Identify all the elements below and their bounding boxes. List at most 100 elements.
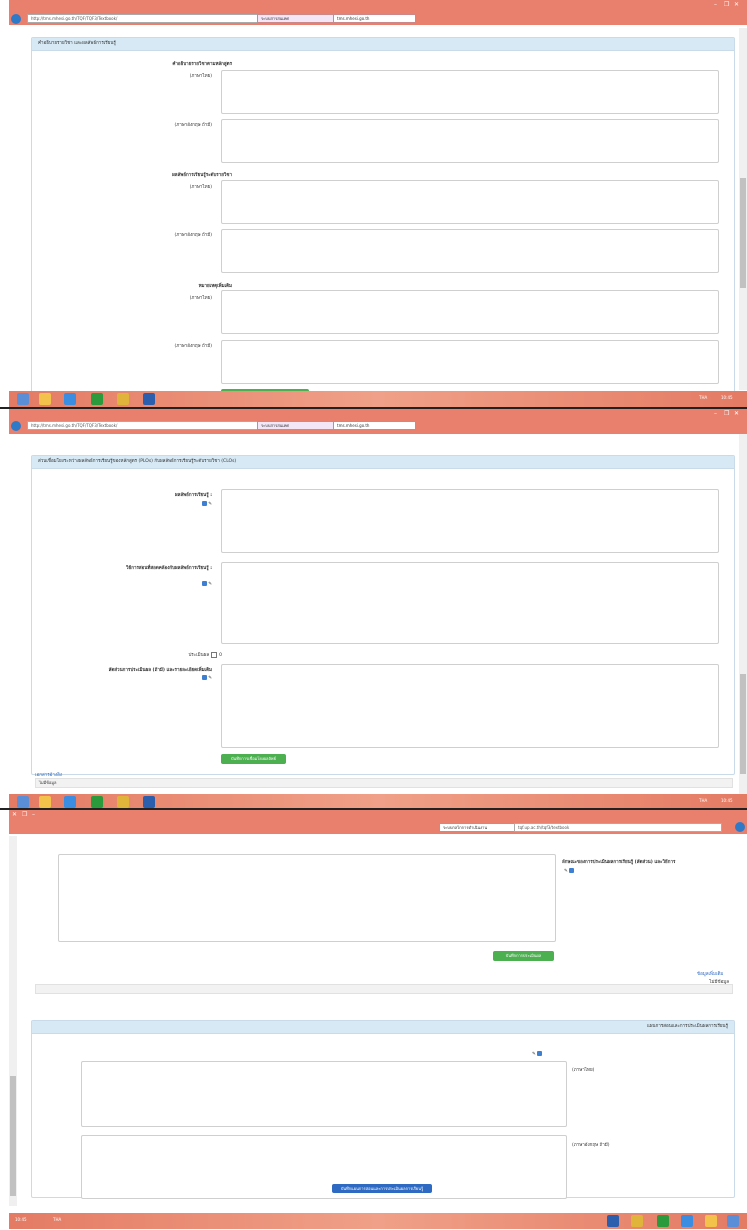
- field3-icons: ✎: [182, 675, 212, 681]
- field1-label: ผลลัพธ์การเรียนรู้ :: [175, 493, 212, 498]
- save-assessment-button[interactable]: บันทึกการประเมินผล: [493, 951, 554, 961]
- restore-icon[interactable]: ❐: [724, 1, 729, 8]
- section-title: แผนการสอนและการประเมินผลการเรียนรู้: [32, 1021, 734, 1034]
- clock: 10:45: [15, 1217, 27, 1222]
- info-bar: [35, 984, 733, 994]
- assessment-textarea[interactable]: [58, 854, 556, 942]
- close-icon[interactable]: ✕: [12, 811, 17, 818]
- back-button[interactable]: [11, 421, 21, 431]
- scrollbar-thumb[interactable]: [740, 178, 746, 288]
- restore-icon[interactable]: ❐: [22, 811, 27, 818]
- app-green-icon[interactable]: [657, 1215, 669, 1227]
- field1-icons: ✎: [182, 501, 212, 507]
- tab-2[interactable]: tms.mhesi.go.th: [333, 14, 416, 23]
- scrollbar-thumb[interactable]: [740, 674, 746, 774]
- start-icon[interactable]: [17, 796, 29, 808]
- tab-1[interactable]: ระบบสารสนเทศ: [257, 421, 335, 430]
- scrollbar[interactable]: [9, 836, 17, 1206]
- assessment-checkbox[interactable]: [211, 651, 218, 658]
- explorer-icon[interactable]: [39, 393, 51, 405]
- more-info-link[interactable]: ข้อมูลเพิ่มเติม: [697, 970, 723, 977]
- section-title: ส่วนเชื่อมโยงระหว่างผลลัพธ์การเรียนรู้ขอ…: [32, 456, 734, 469]
- close-icon[interactable]: ✕: [734, 410, 739, 417]
- start-icon[interactable]: [727, 1215, 739, 1227]
- word-icon[interactable]: [607, 1215, 619, 1227]
- tab-2[interactable]: tms.mhesi.go.th: [333, 421, 416, 430]
- teaching-method-textarea[interactable]: [221, 562, 719, 644]
- plan-thai-textarea[interactable]: [81, 1061, 567, 1127]
- word-icon[interactable]: [143, 796, 155, 808]
- document-icon[interactable]: [201, 675, 207, 680]
- course-description-section: คำอธิบายรายวิชา และผลลัพธ์การเรียนรู้ คำ…: [31, 37, 735, 407]
- group3-title: หมายเหตุเพิ่มเติม: [198, 284, 232, 289]
- minimize-icon[interactable]: –: [714, 410, 717, 417]
- description-thai-textarea[interactable]: [221, 70, 719, 114]
- restore-icon[interactable]: ❐: [724, 410, 729, 417]
- address-bar[interactable]: http://tms.mhesi.go.th/TQF/TQF3/Textbook…: [27, 421, 260, 430]
- outcome-thai-textarea[interactable]: [221, 180, 719, 224]
- plan-eng-textarea[interactable]: [81, 1135, 567, 1199]
- eng-label: (ภาษาอังกฤษ ถ้ามี): [174, 123, 212, 128]
- screenshot-panel-1: http://tms.mhesi.go.th/TQF/TQF3/Textbook…: [9, 0, 747, 407]
- start-icon[interactable]: [17, 393, 29, 405]
- lang-indicator: THA: [53, 1217, 62, 1222]
- edit-icon[interactable]: ✎: [532, 1052, 536, 1057]
- note-thai-textarea[interactable]: [221, 290, 719, 334]
- minimize-icon[interactable]: –: [32, 811, 35, 818]
- scrollbar[interactable]: [739, 434, 747, 794]
- outcome-eng-textarea[interactable]: [221, 229, 719, 273]
- close-icon[interactable]: ✕: [734, 1, 739, 8]
- plan-icons: ✎: [532, 1051, 543, 1057]
- explorer-icon[interactable]: [39, 796, 51, 808]
- chrome-icon[interactable]: [631, 1215, 643, 1227]
- note-eng-textarea[interactable]: [221, 340, 719, 384]
- screenshot-panel-2: http://tms.mhesi.go.th/TQF/TQF3/Textbook…: [9, 409, 747, 808]
- word-icon[interactable]: [143, 393, 155, 405]
- scrollbar[interactable]: [739, 28, 747, 390]
- document-icon[interactable]: [569, 868, 575, 873]
- taskbar: 10:45 THA: [9, 1213, 747, 1229]
- field2-label: วิธีการสอนที่สอดคล้องกับผลลัพธ์การเรียนร…: [125, 566, 212, 571]
- browser-toolbar: http://tms.mhesi.go.th/TQF/TQF3/Textbook…: [9, 0, 747, 25]
- ie-icon[interactable]: [681, 1215, 693, 1227]
- document-icon[interactable]: [201, 501, 207, 506]
- edit-icon[interactable]: ✎: [208, 676, 212, 681]
- app-green-icon[interactable]: [91, 393, 103, 405]
- description-eng-textarea[interactable]: [221, 119, 719, 163]
- ie-icon[interactable]: [64, 393, 76, 405]
- section-title: คำอธิบายรายวิชา และผลลัพธ์การเรียนรู้: [32, 38, 734, 51]
- chrome-icon[interactable]: [117, 796, 129, 808]
- tab-1[interactable]: ระบบสารสนเทศ: [257, 14, 335, 23]
- save-linkage-button[interactable]: บันทึกการเชื่อมโยงผลลัพธ์: [221, 754, 286, 764]
- reference-link[interactable]: เอกสารอ้างอิง: [35, 771, 62, 778]
- field3-label: สัดส่วนการประเมินผล (ถ้ามี) และรายละเอีย…: [108, 668, 212, 673]
- minimize-icon[interactable]: –: [714, 1, 717, 8]
- save-plan-button[interactable]: บันทึกแผนการสอนและการประเมินผลการเรียนรู…: [332, 1184, 432, 1193]
- scrollbar-thumb[interactable]: [10, 1076, 16, 1196]
- explorer-icon[interactable]: [705, 1215, 717, 1227]
- reference-value: ไม่มีข้อมูล: [35, 778, 733, 788]
- edit-icon[interactable]: ✎: [208, 502, 212, 507]
- group2-title: ผลลัพธ์การเรียนรู้ระดับรายวิชา: [172, 173, 232, 178]
- document-icon[interactable]: [537, 1051, 543, 1056]
- eng-label: (ภาษาอังกฤษ ถ้ามี): [174, 344, 212, 349]
- app-green-icon[interactable]: [91, 796, 103, 808]
- thai-label: (ภาษาไทย): [572, 1068, 595, 1073]
- back-button[interactable]: [735, 822, 745, 832]
- address-bar[interactable]: tqf.up.ac.th/tqf3/textbook: [514, 823, 722, 832]
- tab-3[interactable]: ระบบกลไกการดำเนินงาน: [439, 823, 517, 832]
- document-icon[interactable]: [201, 581, 207, 586]
- edit-icon[interactable]: ✎: [208, 582, 212, 587]
- edit-icon[interactable]: ✎: [564, 869, 568, 874]
- assessment-ratio-textarea[interactable]: [221, 664, 719, 748]
- thai-label: (ภาษาไทย): [189, 296, 212, 301]
- address-bar[interactable]: http://tms.mhesi.go.th/TQF/TQF3/Textbook…: [27, 14, 260, 23]
- group1-title: คำอธิบายรายวิชาตามหลักสูตร: [172, 62, 232, 67]
- teaching-plan-section: แผนการสอนและการประเมินผลการเรียนรู้ ✎ (ภ…: [31, 1020, 735, 1199]
- chrome-icon[interactable]: [117, 393, 129, 405]
- browser-toolbar: ✕ ❐ – ระบบกลไกการดำเนินงาน tqf.up.ac.th/…: [9, 810, 747, 834]
- back-button[interactable]: [11, 14, 21, 24]
- outcome-textarea[interactable]: [221, 489, 719, 553]
- lang-indicator: THA: [699, 798, 708, 803]
- ie-icon[interactable]: [64, 796, 76, 808]
